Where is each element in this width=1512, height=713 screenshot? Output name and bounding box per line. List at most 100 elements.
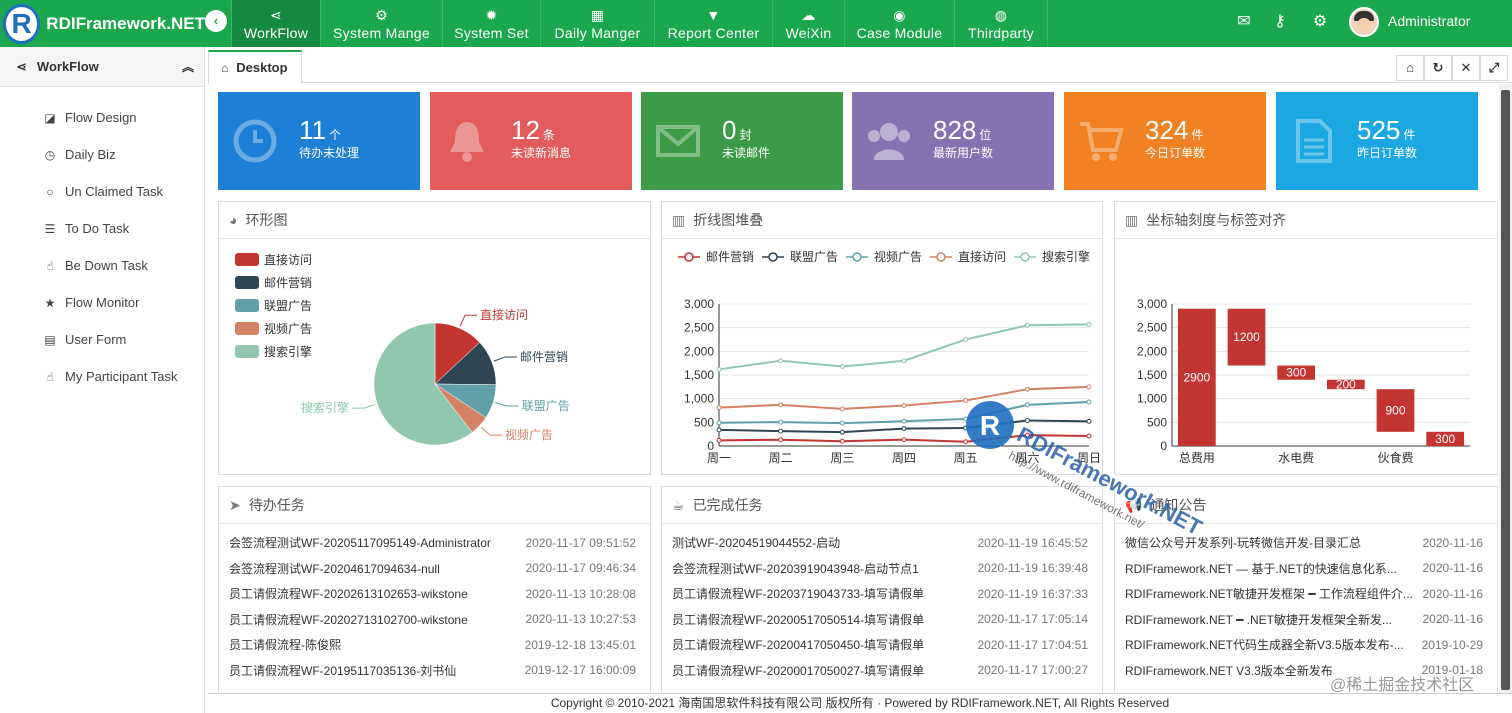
sidebar-item-flow-design[interactable]: ◪ Flow Design [0, 99, 204, 136]
x-tick-label: 周一 [707, 451, 731, 465]
data-point [839, 438, 845, 444]
key-icon[interactable]: ⚷ [1269, 11, 1291, 33]
sidebar-item-my-participant-task[interactable]: ☝ My Participant Task [0, 358, 204, 395]
stat-card-users[interactable]: 828 位 最新用户数 [852, 92, 1054, 190]
sidebar-header[interactable]: ⋖ WorkFlow ︽ [0, 47, 204, 87]
data-point [778, 437, 784, 443]
hand-icon: ☝ [46, 258, 54, 273]
bar-value-label: 1200 [1233, 330, 1260, 344]
sidebar-item-unclaimed-task[interactable]: ○ Un Claimed Task [0, 173, 204, 210]
tab-label: Desktop [236, 60, 288, 75]
panel-header: 📢 通知公告 [1115, 487, 1497, 524]
y-tick-label: 500 [1147, 415, 1167, 429]
legend-swatch [235, 322, 259, 335]
sidebar-item-flow-monitor[interactable]: ★ Flow Monitor [0, 284, 204, 321]
stat-card-today-orders[interactable]: 324 件 今日订单数 [1064, 92, 1266, 190]
stat-card-yesterday-orders[interactable]: 525 件 昨日订单数 [1276, 92, 1478, 190]
stat-card-messages[interactable]: 12 条 未读新消息 [430, 92, 632, 190]
list-item[interactable]: 微信公众号开发系列-玩转微信开发-目录汇总 2020-11-16 [1115, 530, 1497, 556]
list-item[interactable]: RDIFramework.NET敏捷开发框架 ━ 工作流程组件介... 2020-… [1115, 581, 1497, 607]
stat-card-mail[interactable]: 0封 未读邮件 [641, 92, 843, 190]
data-point [901, 358, 907, 364]
share-icon: ⋖ [269, 6, 283, 23]
stat-card-todo[interactable]: 11 个 待办未处理 [218, 92, 420, 190]
nav-weixin[interactable]: ☁ WeiXin [772, 0, 844, 47]
bar-chart-icon: ▥ [1125, 211, 1139, 228]
list-item[interactable]: 员工请假流程WF-20202713102700-wikstone 2020-11-… [219, 607, 650, 633]
nav-label: Thirdparty [967, 24, 1035, 41]
pie-slice-label: 联盟广告 [522, 399, 570, 413]
task-date: 2020-11-17 17:05:14 [977, 612, 1088, 627]
data-point [1024, 432, 1030, 438]
done-task-panel: ☕ 已完成任务 测试WF-20204519044552-启动 2020-11-19 … [661, 486, 1103, 696]
app-logo[interactable]: R RDIFramework.NET [0, 0, 205, 47]
tab-desktop[interactable]: ⌂ Desktop [208, 50, 302, 84]
sidebar-item-be-down-task[interactable]: ☝ Be Down Task [0, 247, 204, 284]
nav-workflow[interactable]: ⋖ WorkFlow [231, 0, 320, 47]
y-tick-label: 2,000 [1137, 344, 1167, 358]
filter-icon: ▼ [706, 6, 721, 23]
data-point [1024, 417, 1030, 423]
list-item[interactable]: 测试WF-20204519044552-启动 2020-11-19 16:45:5… [662, 530, 1102, 556]
user-name[interactable]: Administrator [1388, 13, 1470, 29]
gears-icon: ⚙ [375, 6, 388, 23]
star-icon: ★ [44, 295, 56, 310]
data-point [778, 428, 784, 434]
document-icon [1296, 119, 1332, 163]
data-point [839, 429, 845, 435]
home-icon[interactable]: ⌂ [1396, 55, 1424, 81]
notice-title: RDIFramework.NET — 基于.NET的快速信息化系... [1125, 561, 1397, 576]
task-title: 员工请假流程WF-20203719043733-填写请假单 [672, 587, 925, 602]
nav-report-center[interactable]: ▼ Report Center [654, 0, 772, 47]
y-tick-label: 2,500 [684, 321, 714, 335]
legend-marker [936, 252, 946, 262]
scrollbar-thumb[interactable] [1501, 90, 1510, 690]
avatar[interactable] [1349, 7, 1379, 37]
list-item[interactable]: 会签流程测试WF-20205117095149-Administrator 202… [219, 530, 650, 556]
refresh-icon[interactable]: ↻ [1424, 55, 1452, 81]
data-point [778, 402, 784, 408]
stat-label: 最新用户数 [933, 146, 994, 160]
sidebar-item-label: Flow Monitor [65, 295, 140, 310]
list-item[interactable]: 员工请假流程WF-20200417050450-填写请假单 2020-11-17 … [662, 632, 1102, 658]
sidebar-item-todo-task[interactable]: ☰ To Do Task [0, 210, 204, 247]
app-name: RDIFramework.NET [46, 13, 205, 33]
chevron-up-icon[interactable]: ︽ [182, 58, 194, 75]
data-point [1024, 402, 1030, 408]
data-point [1086, 399, 1092, 405]
nav-thirdparty[interactable]: ◍ Thirdparty [954, 0, 1048, 47]
legend-marker [684, 252, 694, 262]
settings-icon[interactable]: ⚙ [1309, 11, 1331, 33]
nav-system-mange[interactable]: ⚙ System Mange [320, 0, 442, 47]
list-item[interactable]: 会签流程测试WF-20203919043948-启动节点1 2020-11-19 … [662, 556, 1102, 582]
collapse-sidebar-icon[interactable]: ‹ [205, 10, 227, 32]
mail-icon[interactable]: ✉ [1233, 11, 1255, 33]
list-item[interactable]: RDIFramework.NET代码生成器全新V3.5版本发布-... 2019-… [1115, 632, 1497, 658]
legend-label: 搜索引擎 [264, 344, 312, 359]
notice-title: RDIFramework.NET ━ .NET敏捷开发框架全新发... [1125, 612, 1393, 627]
hand-icon: ☝ [46, 369, 54, 384]
list-item[interactable]: 员工请假流程WF-20202613102653-wikstone 2020-11-… [219, 581, 650, 607]
sidebar-item-user-form[interactable]: ▤ User Form [0, 321, 204, 358]
legend-marker [768, 252, 778, 262]
nav-daily-manger[interactable]: ▦ Daily Manger [540, 0, 654, 47]
list-item[interactable]: 员工请假流程WF-20200517050514-填写请假单 2020-11-17 … [662, 607, 1102, 633]
list-item[interactable]: 员工请假流程WF-20195117035136-刘书仙 2019-12-17 16… [219, 658, 650, 684]
list-item[interactable]: 员工请假流程WF-20203719043733-填写请假单 2020-11-19 … [662, 581, 1102, 607]
stat-label: 未读邮件 [722, 146, 771, 160]
footer: Copyright © 2010-2021 海南国思软件科技有限公司 版权所有 … [208, 693, 1512, 713]
close-icon[interactable]: ✕ [1452, 55, 1480, 81]
bell-icon [450, 122, 484, 162]
nav-case-module[interactable]: ◉ Case Module [844, 0, 954, 47]
list-item[interactable]: RDIFramework.NET ━ .NET敏捷开发框架全新发... 2020-… [1115, 607, 1497, 633]
stat-label: 未读新消息 [511, 146, 572, 160]
list-item[interactable]: 员工请假流程-陈俊熙 2019-12-18 13:45:01 [219, 632, 650, 658]
list-item[interactable]: 员工请假流程WF-20200017050027-填写请假单 2020-11-17 … [662, 658, 1102, 684]
nav-system-set[interactable]: ✹ System Set [442, 0, 540, 47]
list-item[interactable]: RDIFramework.NET — 基于.NET的快速信息化系... 2020-… [1115, 556, 1497, 582]
sidebar-item-daily-biz[interactable]: ◷ Daily Biz [0, 136, 204, 173]
fullscreen-icon[interactable]: ⤢ [1480, 55, 1508, 81]
list-item[interactable]: 会签流程测试WF-20204617094634-null 2020-11-17 0… [219, 556, 650, 582]
mail-icon [656, 125, 700, 157]
task-date: 2019-12-17 16:00:09 [524, 663, 636, 678]
